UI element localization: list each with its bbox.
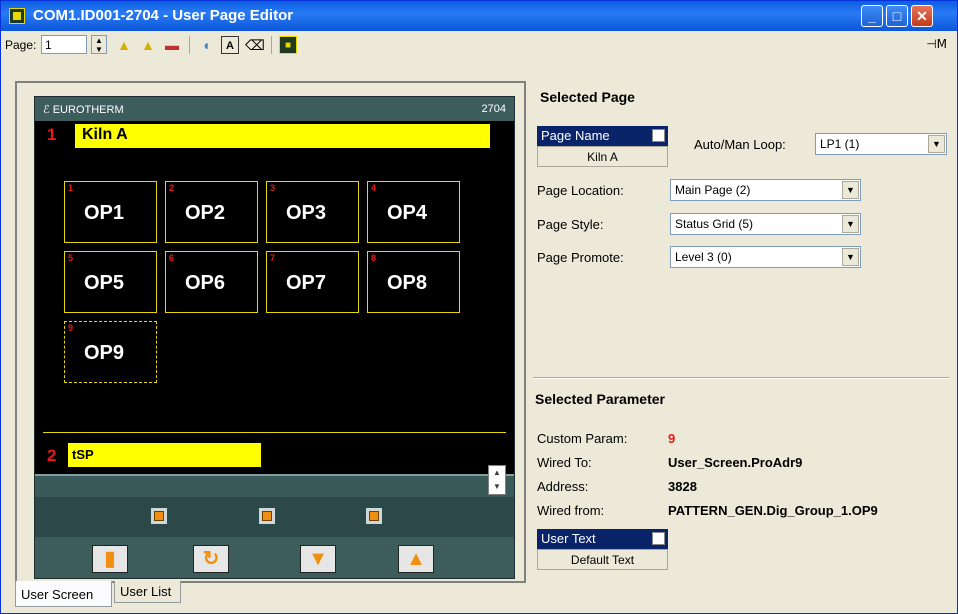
- page-promote-select[interactable]: Level 3 (0) ▼: [670, 246, 861, 268]
- tab-user-screen[interactable]: User Screen: [15, 581, 112, 607]
- page-name-header: Page Name: [537, 126, 668, 146]
- page-title-bar[interactable]: Kiln A: [75, 124, 490, 148]
- device-screen: 1 Kiln A 1 OP1 2 OP2 3 OP3 4 OP4 5 OP5 6 OP6 7…: [35, 121, 514, 476]
- device-key-1[interactable]: [149, 506, 169, 526]
- eraser-icon[interactable]: ⌫: [245, 36, 265, 54]
- folder-export-icon[interactable]: ▲: [139, 36, 157, 54]
- user-screen-panel: ℰ EUROTHERM 2704 1 Kiln A 1 OP1 2 OP2 3 OP3…: [15, 81, 526, 583]
- properties-panel: Selected Page Page Name Kiln A Auto/Man …: [529, 73, 953, 609]
- chevron-down-icon: ▼: [842, 248, 859, 266]
- toolbar-separator: [189, 36, 190, 54]
- wired-from-label: Wired from:: [537, 503, 605, 518]
- tile-op4[interactable]: 4 OP4: [367, 181, 460, 243]
- chevron-down-icon: ▼: [928, 135, 945, 153]
- divider-line: [43, 432, 506, 433]
- up-key-icon[interactable]: ▲: [398, 545, 434, 573]
- pin-icon[interactable]: ⊣Ⅿ: [926, 37, 947, 51]
- user-text-field[interactable]: User Text Default Text: [537, 529, 668, 570]
- user-text-header: User Text: [537, 529, 668, 549]
- title-bar[interactable]: COM1.ID001-2704 - User Page Editor _ □ ✕: [1, 1, 957, 31]
- device-key-3[interactable]: [364, 506, 384, 526]
- param-bar[interactable]: tSP: [68, 443, 261, 467]
- wired-from-value: PATTERN_GEN.Dig_Group_1.OP9: [668, 503, 878, 518]
- device-view-icon[interactable]: ■: [279, 36, 297, 54]
- page-location-label: Page Location:: [537, 183, 624, 198]
- section-divider: [533, 377, 949, 379]
- selected-page-title: Selected Page: [540, 89, 635, 105]
- chevron-down-icon: ▼: [842, 181, 859, 199]
- model-label: 2704: [481, 103, 506, 115]
- page-key-icon[interactable]: ▮: [92, 545, 128, 573]
- tile-op2[interactable]: 2 OP2: [165, 181, 258, 243]
- label-icon[interactable]: ◖: [197, 36, 215, 54]
- address-value: 3828: [668, 479, 697, 494]
- user-page-editor-window: COM1.ID001-2704 - User Page Editor _ □ ✕…: [0, 0, 958, 614]
- app-icon: [9, 8, 25, 24]
- tile-op7[interactable]: 7 OP7: [266, 251, 359, 313]
- tab-user-list[interactable]: User List: [114, 581, 181, 603]
- page-name-checkbox[interactable]: [652, 129, 665, 142]
- selected-parameter-title: Selected Parameter: [535, 391, 665, 407]
- custom-param-value: 9: [668, 431, 676, 446]
- param-scroll[interactable]: ▲ ▼: [488, 465, 506, 495]
- page-location-select[interactable]: Main Page (2) ▼: [670, 179, 861, 201]
- auto-man-select[interactable]: LP1 (1) ▼: [815, 133, 947, 155]
- minimize-button[interactable]: _: [861, 5, 883, 27]
- brand-label: ℰ EUROTHERM: [43, 104, 124, 116]
- page-name-value[interactable]: Kiln A: [537, 146, 668, 167]
- user-text-checkbox[interactable]: [652, 532, 665, 545]
- text-icon[interactable]: A: [221, 36, 239, 54]
- page-label: Page:: [5, 38, 37, 52]
- row-number: 2: [47, 446, 57, 465]
- tile-op1[interactable]: 1 OP1: [64, 181, 157, 243]
- tile-op6[interactable]: 6 OP6: [165, 251, 258, 313]
- down-key-icon[interactable]: ▼: [300, 545, 336, 573]
- custom-param-label: Custom Param:: [537, 431, 628, 446]
- page-number-input[interactable]: 1: [41, 35, 87, 54]
- folder-up-icon[interactable]: ▲: [115, 36, 133, 54]
- delete-page-icon[interactable]: ▬: [163, 36, 181, 54]
- device-key-2[interactable]: [257, 506, 277, 526]
- row-number: 1: [47, 125, 57, 144]
- device-nav-row: ▮ ↻ ▼ ▲: [35, 537, 514, 578]
- close-button[interactable]: ✕: [911, 5, 933, 27]
- maximize-button[interactable]: □: [886, 5, 908, 27]
- window-title: COM1.ID001-2704 - User Page Editor: [33, 7, 294, 24]
- device-preview: ℰ EUROTHERM 2704 1 Kiln A 1 OP1 2 OP2 3 OP3…: [34, 96, 515, 579]
- device-button-row: [35, 497, 514, 537]
- tile-op3[interactable]: 3 OP3: [266, 181, 359, 243]
- page-name-field[interactable]: Page Name Kiln A: [537, 126, 668, 167]
- page-style-select[interactable]: Status Grid (5) ▼: [670, 213, 861, 235]
- chevron-down-icon: ▼: [842, 215, 859, 233]
- wired-to-label: Wired To:: [537, 455, 592, 470]
- auto-man-label: Auto/Man Loop:: [694, 137, 786, 152]
- scroll-key-icon[interactable]: ↻: [193, 545, 229, 573]
- tile-op5[interactable]: 5 OP5: [64, 251, 157, 313]
- page-spinner[interactable]: ▲ ▼: [91, 35, 107, 54]
- toolbar-separator: [271, 36, 272, 54]
- wired-to-value: User_Screen.ProAdr9: [668, 455, 803, 470]
- toolbar: Page: 1 ▲ ▼ ▲ ▲ ▬ ◖ A ⌫ ■ ⊣Ⅿ: [1, 31, 957, 59]
- device-header: ℰ EUROTHERM 2704: [35, 97, 514, 121]
- user-text-value[interactable]: Default Text: [537, 549, 668, 570]
- page-style-label: Page Style:: [537, 217, 604, 232]
- tile-op9[interactable]: 9 OP9: [64, 321, 157, 383]
- page-promote-label: Page Promote:: [537, 250, 624, 265]
- tile-op8[interactable]: 8 OP8: [367, 251, 460, 313]
- address-label: Address:: [537, 479, 589, 494]
